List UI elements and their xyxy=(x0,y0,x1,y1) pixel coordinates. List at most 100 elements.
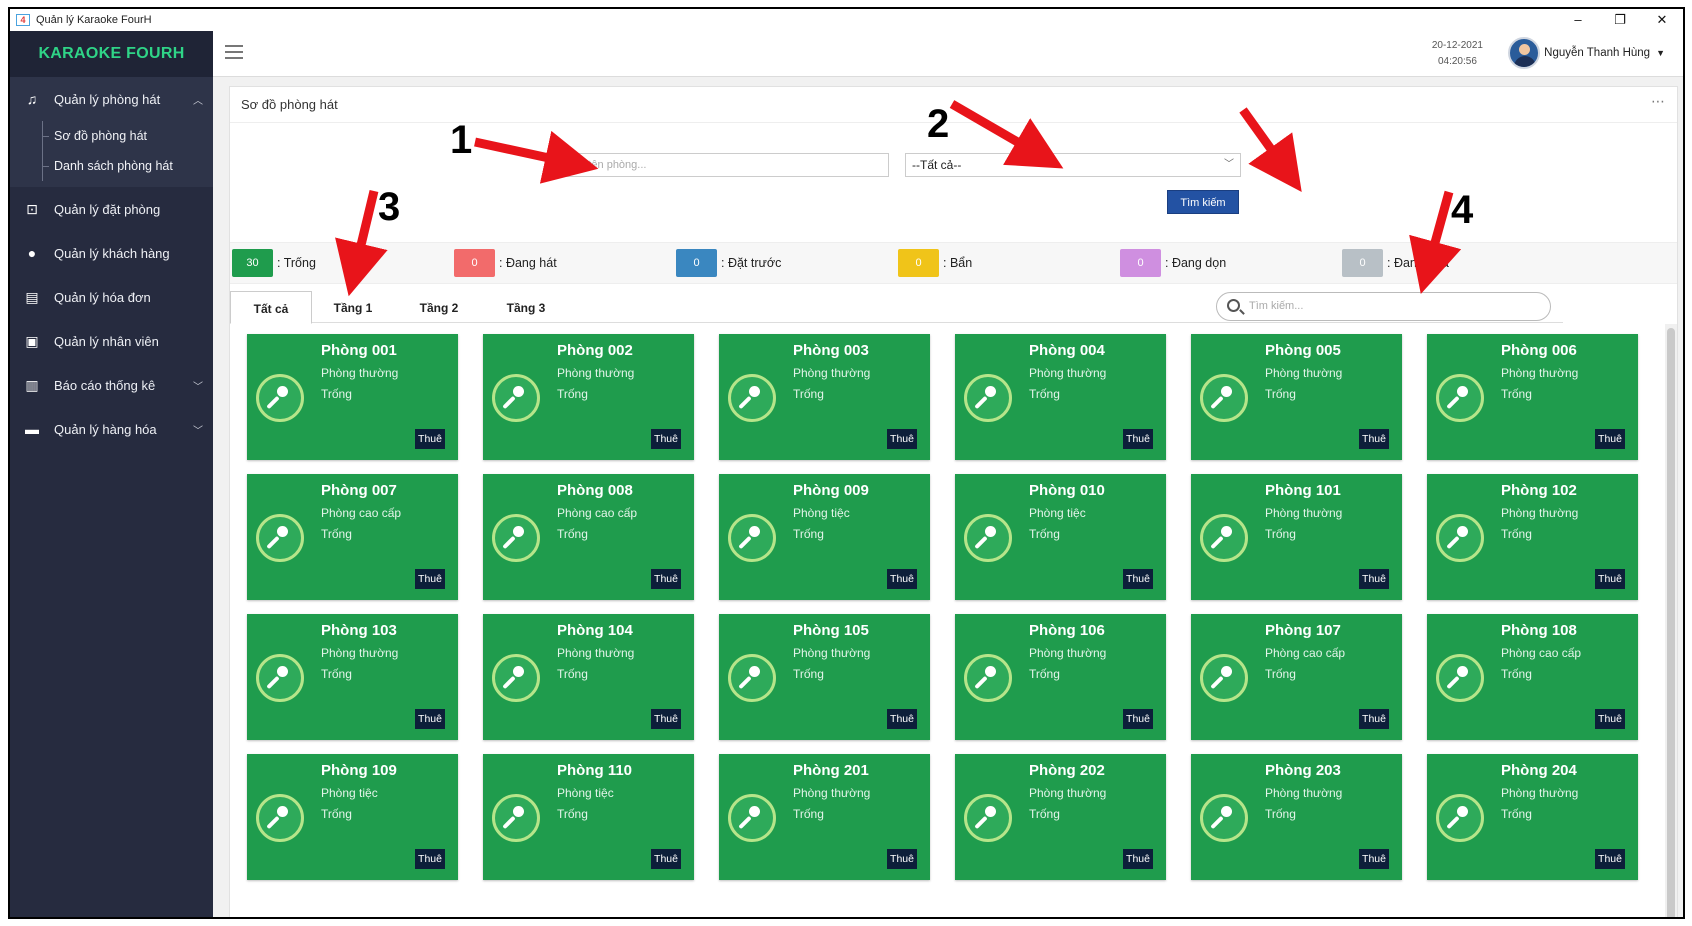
room-card[interactable]: Phòng 001 Phòng thường Trống Thuê xyxy=(247,334,458,460)
rent-button[interactable]: Thuê xyxy=(1595,849,1625,869)
room-card[interactable]: Phòng 204 Phòng thường Trống Thuê xyxy=(1427,754,1638,880)
rent-button[interactable]: Thuê xyxy=(1123,849,1153,869)
room-status: Trống xyxy=(1501,387,1532,401)
room-type: Phòng thường xyxy=(1029,646,1107,660)
room-card[interactable]: Phòng 107 Phòng cao cấp Trống Thuê xyxy=(1191,614,1402,740)
microphone-icon xyxy=(492,654,540,702)
room-card[interactable]: Phòng 006 Phòng thường Trống Thuê xyxy=(1427,334,1638,460)
room-type: Phòng thường xyxy=(793,366,871,380)
rent-button[interactable]: Thuê xyxy=(415,569,445,589)
room-card[interactable]: Phòng 005 Phòng thường Trống Thuê xyxy=(1191,334,1402,460)
rent-button[interactable]: Thuê xyxy=(1595,429,1625,449)
room-card[interactable]: Phòng 203 Phòng thường Trống Thuê xyxy=(1191,754,1402,880)
window-title: Quản lý Karaoke FourH xyxy=(36,14,152,26)
sidebar-subitem-room-map[interactable]: Sơ đồ phòng hát xyxy=(10,121,213,151)
sidebar-item-reports[interactable]: ▥ Báo cáo thống kê ﹀ xyxy=(10,363,213,407)
room-card[interactable]: Phòng 008 Phòng cao cấp Trống Thuê xyxy=(483,474,694,600)
rent-button[interactable]: Thuê xyxy=(1595,709,1625,729)
room-name: Phòng 006 xyxy=(1501,342,1577,359)
microphone-icon xyxy=(256,794,304,842)
room-card[interactable]: Phòng 102 Phòng thường Trống Thuê xyxy=(1427,474,1638,600)
rent-button[interactable]: Thuê xyxy=(1359,709,1389,729)
search-button[interactable]: Tìm kiếm xyxy=(1167,190,1239,214)
room-type: Phòng thường xyxy=(1265,506,1343,520)
tab-all[interactable]: Tất cả xyxy=(230,291,312,324)
sidebar-item-customers[interactable]: ● Quản lý khách hàng xyxy=(10,231,213,275)
rent-button[interactable]: Thuê xyxy=(1123,429,1153,449)
microphone-icon xyxy=(964,514,1012,562)
rent-button[interactable]: Thuê xyxy=(1123,709,1153,729)
sidebar-item-booking[interactable]: ⊡ Quản lý đặt phòng xyxy=(10,187,213,231)
room-card[interactable]: Phòng 202 Phòng thường Trống Thuê xyxy=(955,754,1166,880)
sidebar-item-label: Quản lý phòng hát xyxy=(54,91,161,107)
room-status: Trống xyxy=(557,387,588,401)
sidebar-subitem-room-list[interactable]: Danh sách phòng hát xyxy=(10,151,213,181)
room-status: Trống xyxy=(1029,807,1060,821)
rent-button[interactable]: Thuê xyxy=(1595,569,1625,589)
scrollbar-thumb[interactable] xyxy=(1667,328,1675,917)
room-card[interactable]: Phòng 007 Phòng cao cấp Trống Thuê xyxy=(247,474,458,600)
rent-button[interactable]: Thuê xyxy=(415,849,445,869)
room-card[interactable]: Phòng 010 Phòng tiệc Trống Thuê xyxy=(955,474,1166,600)
room-type-select[interactable]: --Tất cả-- ﹀ xyxy=(905,153,1241,177)
room-name: Phòng 101 xyxy=(1265,482,1341,499)
rent-button[interactable]: Thuê xyxy=(887,429,917,449)
rent-button[interactable]: Thuê xyxy=(887,709,917,729)
room-name: Phòng 110 xyxy=(557,762,633,779)
room-card[interactable]: Phòng 109 Phòng tiệc Trống Thuê xyxy=(247,754,458,880)
room-type: Phòng thường xyxy=(321,366,399,380)
room-card[interactable]: Phòng 003 Phòng thường Trống Thuê xyxy=(719,334,930,460)
room-card[interactable]: Phòng 201 Phòng thường Trống Thuê xyxy=(719,754,930,880)
room-search-input[interactable]: Tìm kiếm... xyxy=(1216,292,1551,321)
room-card[interactable]: Phòng 104 Phòng thường Trống Thuê xyxy=(483,614,694,740)
room-card[interactable]: Phòng 101 Phòng thường Trống Thuê xyxy=(1191,474,1402,600)
room-type: Phòng thường xyxy=(793,786,871,800)
room-card[interactable]: Phòng 110 Phòng tiệc Trống Thuê xyxy=(483,754,694,880)
rent-button[interactable]: Thuê xyxy=(1359,569,1389,589)
room-card[interactable]: Phòng 009 Phòng tiệc Trống Thuê xyxy=(719,474,930,600)
room-card[interactable]: Phòng 002 Phòng thường Trống Thuê xyxy=(483,334,694,460)
rent-button[interactable]: Thuê xyxy=(651,429,681,449)
rent-button[interactable]: Thuê xyxy=(887,849,917,869)
tab-floor-2[interactable]: Tầng 2 xyxy=(406,291,472,323)
tab-floor-3[interactable]: Tầng 3 xyxy=(493,291,559,323)
submenu-room-management: Sơ đồ phòng hát Danh sách phòng hát xyxy=(10,121,213,187)
rent-button[interactable]: Thuê xyxy=(415,429,445,449)
rent-button[interactable]: Thuê xyxy=(1359,849,1389,869)
rent-button[interactable]: Thuê xyxy=(415,709,445,729)
rent-button[interactable]: Thuê xyxy=(651,569,681,589)
room-status: Trống xyxy=(321,807,352,821)
room-status: Trống xyxy=(1501,807,1532,821)
room-card[interactable]: Phòng 103 Phòng thường Trống Thuê xyxy=(247,614,458,740)
room-card[interactable]: Phòng 105 Phòng thường Trống Thuê xyxy=(719,614,930,740)
sidebar-item-invoices[interactable]: ▤ Quản lý hóa đơn xyxy=(10,275,213,319)
room-name-input[interactable]: Nhập tên phòng... xyxy=(553,153,889,177)
rent-button[interactable]: Thuê xyxy=(651,849,681,869)
room-card[interactable]: Phòng 004 Phòng thường Trống Thuê xyxy=(955,334,1166,460)
room-type: Phòng tiệc xyxy=(793,506,850,520)
rent-button[interactable]: Thuê xyxy=(651,709,681,729)
room-type: Phòng cao cấp xyxy=(321,506,402,520)
scrollbar[interactable] xyxy=(1665,324,1677,917)
user-menu[interactable]: Nguyễn Thanh Hùng ▼ xyxy=(1508,37,1665,69)
sidebar-item-goods[interactable]: ▬ Quản lý hàng hóa ﹀ xyxy=(10,407,213,451)
sidebar-item-room-management[interactable]: ♫ Quản lý phòng hát ︿ xyxy=(10,77,213,121)
panel-header: Sơ đồ phòng hát ⋯ xyxy=(230,87,1677,123)
room-type: Phòng thường xyxy=(1501,366,1579,380)
room-type: Phòng tiệc xyxy=(557,786,614,800)
room-status: Trống xyxy=(1029,387,1060,401)
room-card[interactable]: Phòng 106 Phòng thường Trống Thuê xyxy=(955,614,1166,740)
room-card[interactable]: Phòng 108 Phòng cao cấp Trống Thuê xyxy=(1427,614,1638,740)
tab-floor-1[interactable]: Tầng 1 xyxy=(320,291,386,323)
room-status: Trống xyxy=(1265,807,1296,821)
restore-button[interactable]: ❐ xyxy=(1599,9,1641,31)
close-button[interactable]: ✕ xyxy=(1641,9,1683,31)
rent-button[interactable]: Thuê xyxy=(1123,569,1153,589)
minimize-button[interactable]: – xyxy=(1557,9,1599,31)
more-options-icon[interactable]: ⋯ xyxy=(1651,83,1665,119)
menu-toggle-icon[interactable] xyxy=(225,45,243,59)
rent-button[interactable]: Thuê xyxy=(1359,429,1389,449)
sidebar-item-staff[interactable]: ▣ Quản lý nhân viên xyxy=(10,319,213,363)
room-type: Phòng cao cấp xyxy=(1501,646,1582,660)
rent-button[interactable]: Thuê xyxy=(887,569,917,589)
